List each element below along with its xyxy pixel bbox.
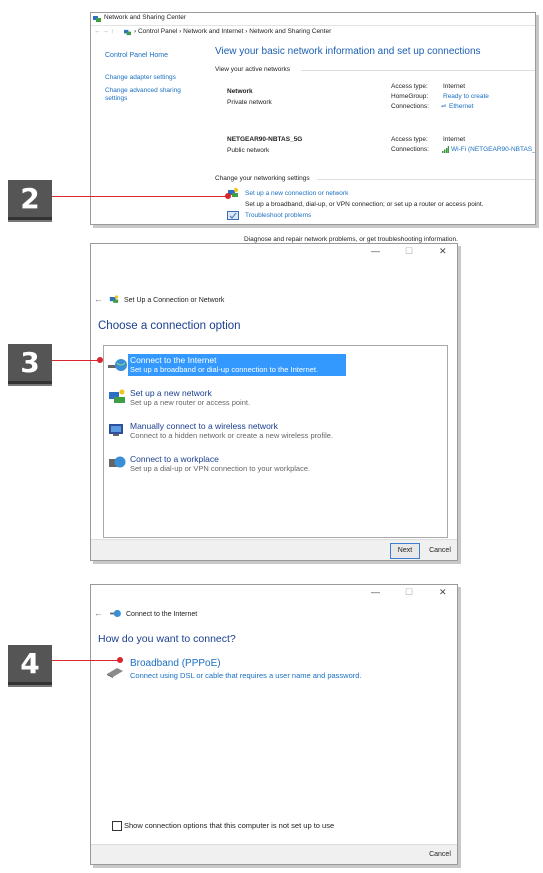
wifi-connection-link[interactable]: Wi-Fi (NETGEAR90-NBTAS_5G) [451,146,535,154]
option-manual-wireless[interactable]: Manually connect to a wireless network C… [106,419,444,444]
setup-connection-icon [109,295,119,303]
control-panel-icon [124,29,131,36]
access-type-label: Access type: [391,83,428,90]
option-desc: Connect using DSL or cable that requires… [130,671,362,680]
homegroup-link[interactable]: Ready to create [443,93,489,101]
ethernet-icon: ⇌ [441,103,447,110]
network-center-icon [93,16,101,22]
option-title: Manually connect to a wireless network [130,421,278,431]
troubleshoot-link[interactable]: Troubleshoot problems [245,212,311,220]
divider [317,179,535,180]
window-title: Network and Sharing Center [104,14,187,21]
globe-icon [110,609,121,618]
troubleshoot-icon [227,211,239,220]
maximize-button[interactable]: ☐ [405,587,413,598]
button-bar [91,844,457,864]
options-list: Connect to the Internet Set up a broadba… [103,345,448,538]
step-4-badge: 4 [8,645,52,687]
access-type-value: Internet [443,136,466,143]
setup-connection-link[interactable]: Set up a new connection or network [245,190,348,198]
pointer-line [52,360,100,361]
option-title: Broadband (PPPoE) [130,658,221,669]
homegroup-label: HomeGroup: [391,93,429,100]
network-type: Public network [227,147,270,154]
access-type-value: Internet [443,83,466,90]
connect-internet-window: — ☐ ✕ ← Connect to the Internet How do y… [90,584,458,865]
show-options-checkbox[interactable] [112,821,122,831]
divider [301,70,535,71]
cancel-button[interactable]: Cancel [425,543,455,559]
option-new-network[interactable]: Set up a new network Set up a new router… [106,386,444,411]
step-3-badge: 3 [8,344,52,386]
option-desc: Connect to a hidden network or create a … [130,431,334,440]
change-settings-label: Change your networking settings [215,175,310,182]
setup-connection-window: — ☐ ✕ ← Set Up a Connection or Network C… [90,243,458,561]
option-desc: Set up a broadband or dial-up connection… [130,365,319,374]
connections-label: Connections: [391,146,429,153]
active-networks-label: View your active networks [215,66,291,73]
option-title: Set up a new network [130,388,212,398]
main-heading: View your basic network information and … [215,46,481,57]
window-title: Connect to the Internet [126,611,198,618]
network-name: Network [227,88,253,95]
router-icon [109,389,125,403]
step-2-badge: 2 [8,180,52,222]
network-name: NETGEAR90-NBTAS_5G [227,136,303,143]
access-type-label: Access type: [391,136,428,143]
window-title: Set Up a Connection or Network [124,297,225,304]
address-bar: ← → ↑ › Control Panel › Network and Inte… [91,26,535,39]
back-arrow-icon[interactable]: ← [94,608,103,618]
next-button[interactable]: Next [390,543,420,559]
option-broadband[interactable]: Broadband (PPPoE) Connect using DSL or c… [105,658,405,684]
sidebar-item-adapter-settings[interactable]: Change adapter settings [105,74,176,82]
setup-connection-desc: Set up a broadband, dial-up, or VPN conn… [245,201,484,208]
option-title: Connect to a workplace [130,454,219,464]
pointer-line [52,196,228,197]
option-desc: Set up a new router or access point. [130,398,251,407]
wireless-monitor-icon [109,424,123,436]
pointer-dot [97,357,103,363]
ethernet-link[interactable]: Ethernet [449,103,474,111]
title-bar: Network and Sharing Center [91,13,535,26]
sidebar-item-advanced-sharing[interactable]: Change advanced sharing settings [105,87,195,103]
minimize-button[interactable]: — [371,587,380,597]
page-heading: How do you want to connect? [98,633,236,645]
pointer-dot [225,193,231,199]
connections-label: Connections: [391,103,429,110]
network-type: Private network [227,99,272,106]
nav-buttons[interactable]: ← → ↑ [94,28,114,36]
show-options-label[interactable]: Show connection options that this comput… [124,821,334,830]
back-arrow-icon[interactable]: ← [94,294,103,304]
option-workplace[interactable]: Connect to a workplace Set up a dial-up … [106,452,444,477]
minimize-button[interactable]: — [371,246,380,256]
network-sharing-center-window: Network and Sharing Center ← → ↑ › Contr… [90,12,536,225]
option-title: Connect to the Internet [130,355,217,365]
option-desc: Set up a dial-up or VPN connection to yo… [130,464,311,473]
cancel-button[interactable]: Cancel [425,847,455,863]
pointer-line [52,660,120,661]
modem-icon [107,668,123,678]
maximize-button[interactable]: ☐ [405,246,413,257]
globe-icon [108,359,127,371]
option-connect-internet[interactable]: Connect to the Internet Set up a broadba… [106,353,444,378]
close-button[interactable]: ✕ [439,587,447,598]
close-button[interactable]: ✕ [439,246,447,257]
workplace-icon [109,456,126,468]
breadcrumb[interactable]: › Control Panel › Network and Internet ›… [134,28,331,36]
page-heading: Choose a connection option [98,320,241,332]
sidebar-item-control-panel-home[interactable]: Control Panel Home [105,52,168,60]
pointer-dot [117,657,123,663]
wifi-signal-icon [442,146,449,153]
